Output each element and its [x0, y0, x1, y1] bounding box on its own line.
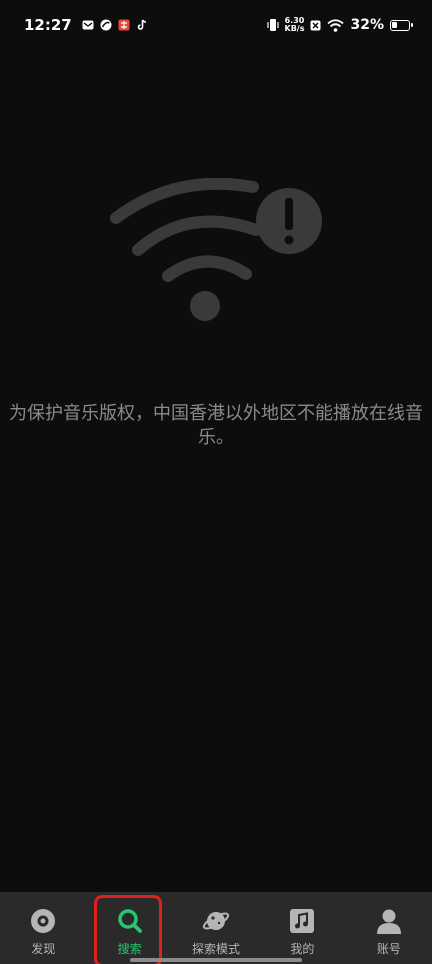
nav-label-account: 账号 [376, 942, 401, 956]
tiktok-icon [137, 19, 146, 30]
nav-label-mine: 我的 [290, 942, 315, 956]
user-icon [376, 909, 401, 934]
search-highlight-box [94, 895, 162, 964]
battery-fill [392, 21, 397, 28]
battery-percent: 32% [350, 17, 384, 33]
swirl-app-icon [100, 19, 112, 31]
battery-icon [390, 19, 413, 31]
planet-icon [202, 912, 230, 930]
status-time: 12:27 [24, 16, 72, 34]
wifi-alert-icon [110, 178, 322, 321]
net-speed: 6.30 KB/s [285, 17, 305, 33]
disc-icon [31, 909, 56, 933]
red-app-icon [118, 19, 130, 31]
nav-label-discover: 发现 [31, 942, 56, 956]
nav-label-explore-mode: 探索模式 [192, 942, 241, 956]
bottom-nav: 发现 搜索 探索模式 我的 账号 [0, 892, 432, 964]
music-note-icon [290, 909, 315, 933]
mail-icon [82, 20, 94, 30]
wifi-icon [327, 18, 345, 32]
status-right: 6.30 KB/s 32% [266, 17, 413, 33]
status-bar: 12:27 6.30 KB/s 32% [0, 0, 432, 50]
status-left: 12:27 [24, 16, 148, 34]
screen: 12:27 6.30 KB/s 32% 为保护音乐版权，中国香港以外地区不能播放… [0, 0, 432, 964]
home-indicator[interactable] [130, 958, 302, 962]
nav-mine[interactable]: 我的 [259, 892, 345, 964]
no-sim-icon [310, 20, 321, 30]
copyright-message: 为保护音乐版权，中国香港以外地区不能播放在线音乐。 [9, 403, 423, 448]
vibrate-icon [266, 19, 279, 31]
nav-explore-mode[interactable]: 探索模式 [173, 892, 259, 964]
nav-discover[interactable]: 发现 [0, 892, 86, 964]
net-speed-unit: KB/s [284, 24, 305, 33]
nav-account[interactable]: 账号 [346, 892, 432, 964]
